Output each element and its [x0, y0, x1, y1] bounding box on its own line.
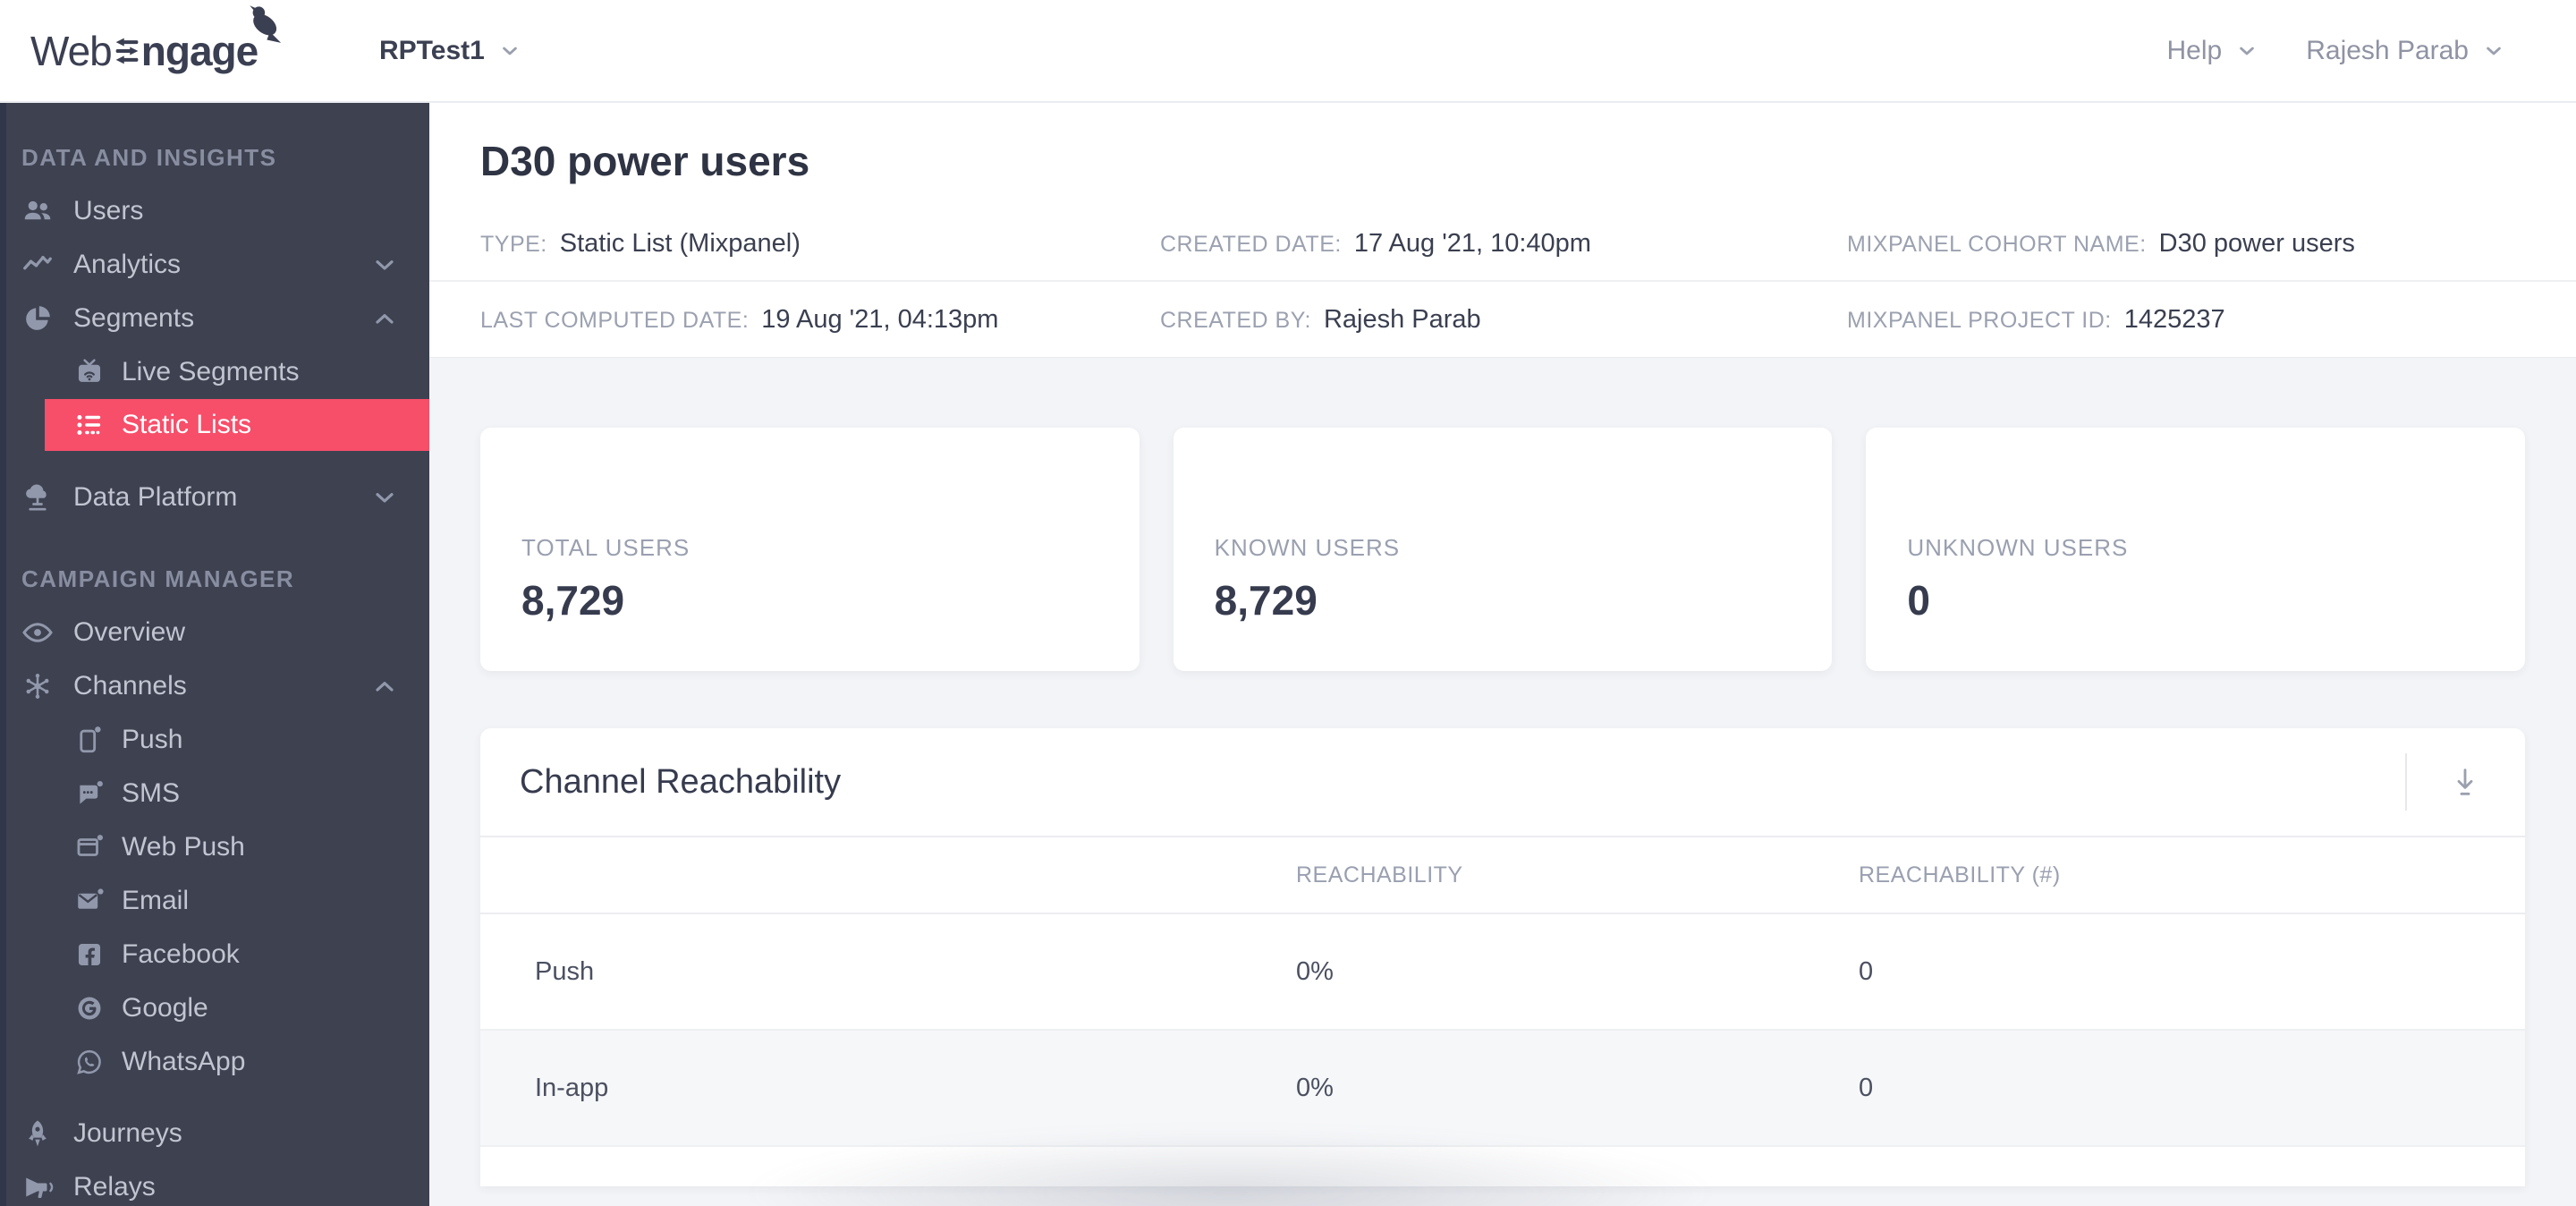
project-name: RPTest1	[379, 35, 485, 65]
meta-type: TYPE: Static List (Mixpanel)	[480, 228, 801, 258]
sidebar-item-whatsapp[interactable]: WhatsApp	[0, 1035, 429, 1089]
meta-row-1: TYPE: Static List (Mixpanel) CREATED DAT…	[429, 207, 2576, 282]
cell-reachability-count: 0	[1859, 956, 1874, 986]
user-name: Rajesh Parab	[2306, 35, 2469, 65]
cell-reachability-count: 0	[1859, 1073, 1874, 1102]
cell-reachability: 0%	[1296, 1073, 1334, 1102]
analytics-icon	[20, 247, 55, 283]
live-segments-icon	[73, 356, 106, 388]
chat-bubble-dot-icon	[73, 777, 106, 810]
browser-dot-icon	[73, 831, 106, 863]
whatsapp-icon	[73, 1046, 106, 1078]
sidebar-item-web-push[interactable]: Web Push	[0, 820, 429, 874]
reachability-actions	[2405, 753, 2486, 811]
main-content: D30 power users TYPE: Static List (Mixpa…	[429, 103, 2576, 1206]
sidebar-item-facebook[interactable]: Facebook	[0, 928, 429, 981]
megaphone-icon	[20, 1169, 55, 1205]
google-icon	[73, 992, 106, 1024]
sidebar-item-live-segments[interactable]: Live Segments	[0, 345, 429, 399]
chevron-down-icon	[370, 483, 399, 512]
sidebar: DATA AND INSIGHTS Users Analytics Segmen…	[0, 103, 429, 1206]
sidebar-item-overview[interactable]: Overview	[0, 606, 429, 659]
sidebar-item-journeys[interactable]: Journeys	[0, 1107, 429, 1160]
channel-reachability-header: Channel Reachability	[480, 728, 2525, 837]
user-menu[interactable]: Rajesh Parab	[2306, 36, 2506, 66]
meta-created-by: CREATED BY: Rajesh Parab	[1160, 304, 1481, 334]
envelope-dot-icon	[73, 885, 106, 917]
help-menu[interactable]: Help	[2167, 36, 2260, 66]
sidebar-item-sms[interactable]: SMS	[0, 767, 429, 820]
sidebar-item-email[interactable]: Email	[0, 874, 429, 928]
stat-card-total-users: TOTAL USERS 8,729	[480, 428, 1140, 671]
channel-reachability-card: Channel Reachability REACHABILITY REACHA…	[480, 728, 2525, 1186]
sidebar-item-google[interactable]: Google	[0, 981, 429, 1035]
topbar-right: Help Rajesh Parab	[2167, 36, 2576, 66]
chevron-down-icon	[370, 251, 399, 279]
chevron-up-icon	[370, 672, 399, 701]
segments-icon	[20, 301, 55, 336]
table-row-partial	[480, 1147, 2525, 1186]
hub-icon	[20, 668, 55, 704]
sidebar-item-push[interactable]: Push	[0, 713, 429, 767]
data-platform-icon	[20, 480, 55, 515]
table-row-in-app: In-app 0% 0	[480, 1031, 2525, 1147]
stat-card-known-users: KNOWN USERS 8,729	[1173, 428, 1833, 671]
chevron-down-icon	[497, 38, 522, 64]
sidebar-item-users[interactable]: Users	[0, 184, 429, 238]
channel-reachability-title: Channel Reachability	[520, 762, 842, 801]
chevron-down-icon	[2234, 38, 2259, 64]
sidebar-item-relays[interactable]: Relays	[0, 1160, 429, 1206]
page-header: D30 power users TYPE: Static List (Mixpa…	[429, 103, 2576, 358]
table-row-push: Push 0% 0	[480, 914, 2525, 1031]
users-icon	[20, 193, 55, 229]
cell-channel: Push	[535, 956, 595, 986]
static-lists-icon	[73, 409, 106, 441]
section-campaign-manager: CAMPAIGN MANAGER	[21, 565, 295, 592]
help-label: Help	[2166, 35, 2223, 65]
cell-reachability: 0%	[1296, 956, 1334, 986]
rocket-icon	[20, 1116, 55, 1151]
meta-row-2: LAST COMPUTED DATE: 19 Aug '21, 04:13pm …	[429, 282, 2576, 357]
logo-text-light: Web	[30, 27, 113, 74]
topbar: Web ngage RPTest1 Help Rajesh Parab	[0, 0, 2576, 103]
page-title: D30 power users	[480, 138, 810, 184]
sidebar-item-channels[interactable]: Channels	[0, 659, 429, 713]
reachability-table-header: REACHABILITY REACHABILITY (#)	[480, 837, 2525, 914]
sidebar-item-analytics[interactable]: Analytics	[0, 238, 429, 292]
meta-created-date: CREATED DATE: 17 Aug '21, 10:40pm	[1160, 228, 1591, 258]
project-selector[interactable]: RPTest1	[379, 0, 522, 101]
bird-icon	[240, 4, 288, 52]
sidebar-item-static-lists[interactable]: Static Lists	[45, 399, 429, 451]
sidebar-item-data-platform[interactable]: Data Platform	[0, 471, 429, 524]
stat-card-unknown-users: UNKNOWN USERS 0	[1866, 428, 2526, 671]
section-data-and-insights: DATA AND INSIGHTS	[21, 144, 277, 171]
cell-channel: In-app	[535, 1073, 609, 1102]
facebook-icon	[73, 938, 106, 971]
chevron-up-icon	[370, 304, 399, 333]
meta-last-computed-date: LAST COMPUTED DATE: 19 Aug '21, 04:13pm	[480, 304, 999, 334]
webengage-logo[interactable]: Web ngage	[30, 4, 282, 75]
smartphone-dot-icon	[73, 724, 106, 756]
stats-cards: TOTAL USERS 8,729 KNOWN USERS 8,729 UNKN…	[480, 428, 2526, 671]
eye-icon	[20, 615, 55, 650]
column-reachability: REACHABILITY	[1296, 862, 1463, 888]
chevron-down-icon	[2481, 38, 2506, 64]
meta-mixpanel-project-id: MIXPANEL PROJECT ID: 1425237	[1847, 304, 2225, 334]
sidebar-item-segments[interactable]: Segments	[0, 292, 429, 345]
meta-mixpanel-cohort-name: MIXPANEL COHORT NAME: D30 power users	[1847, 228, 2355, 258]
logo-arrows-icon	[114, 33, 140, 69]
column-reachability-count: REACHABILITY (#)	[1859, 862, 2061, 888]
vertical-divider	[2405, 753, 2407, 811]
download-button[interactable]	[2445, 761, 2486, 803]
